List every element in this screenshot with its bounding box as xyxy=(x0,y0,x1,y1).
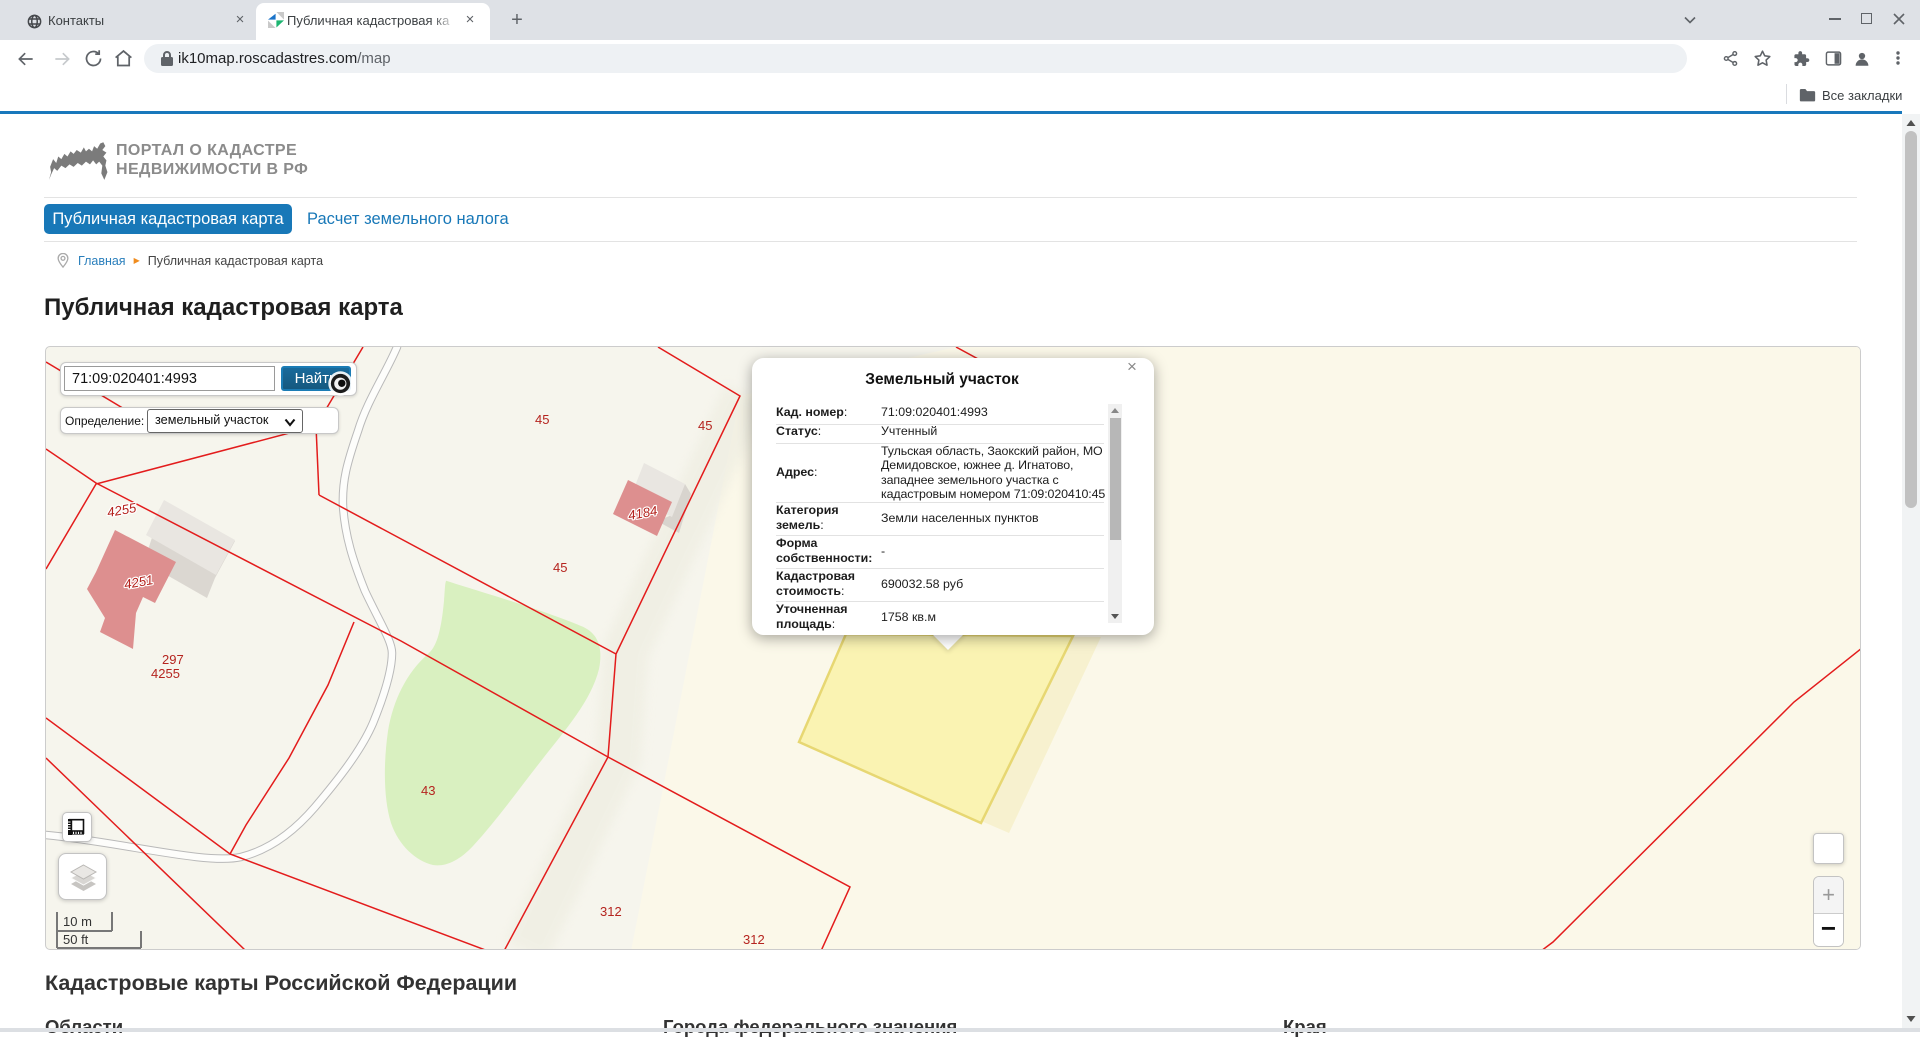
svg-text:45: 45 xyxy=(553,560,567,575)
svg-text:4255: 4255 xyxy=(151,666,180,681)
svg-text:43: 43 xyxy=(421,783,435,798)
svg-text:45: 45 xyxy=(698,418,712,433)
svg-text:312: 312 xyxy=(743,932,765,947)
svg-text:297: 297 xyxy=(162,652,184,667)
svg-text:50 ft: 50 ft xyxy=(63,932,89,947)
svg-text:10 m: 10 m xyxy=(63,914,92,929)
svg-text:4255: 4255 xyxy=(106,500,138,520)
svg-text:312: 312 xyxy=(600,904,622,919)
svg-text:45: 45 xyxy=(535,412,549,427)
